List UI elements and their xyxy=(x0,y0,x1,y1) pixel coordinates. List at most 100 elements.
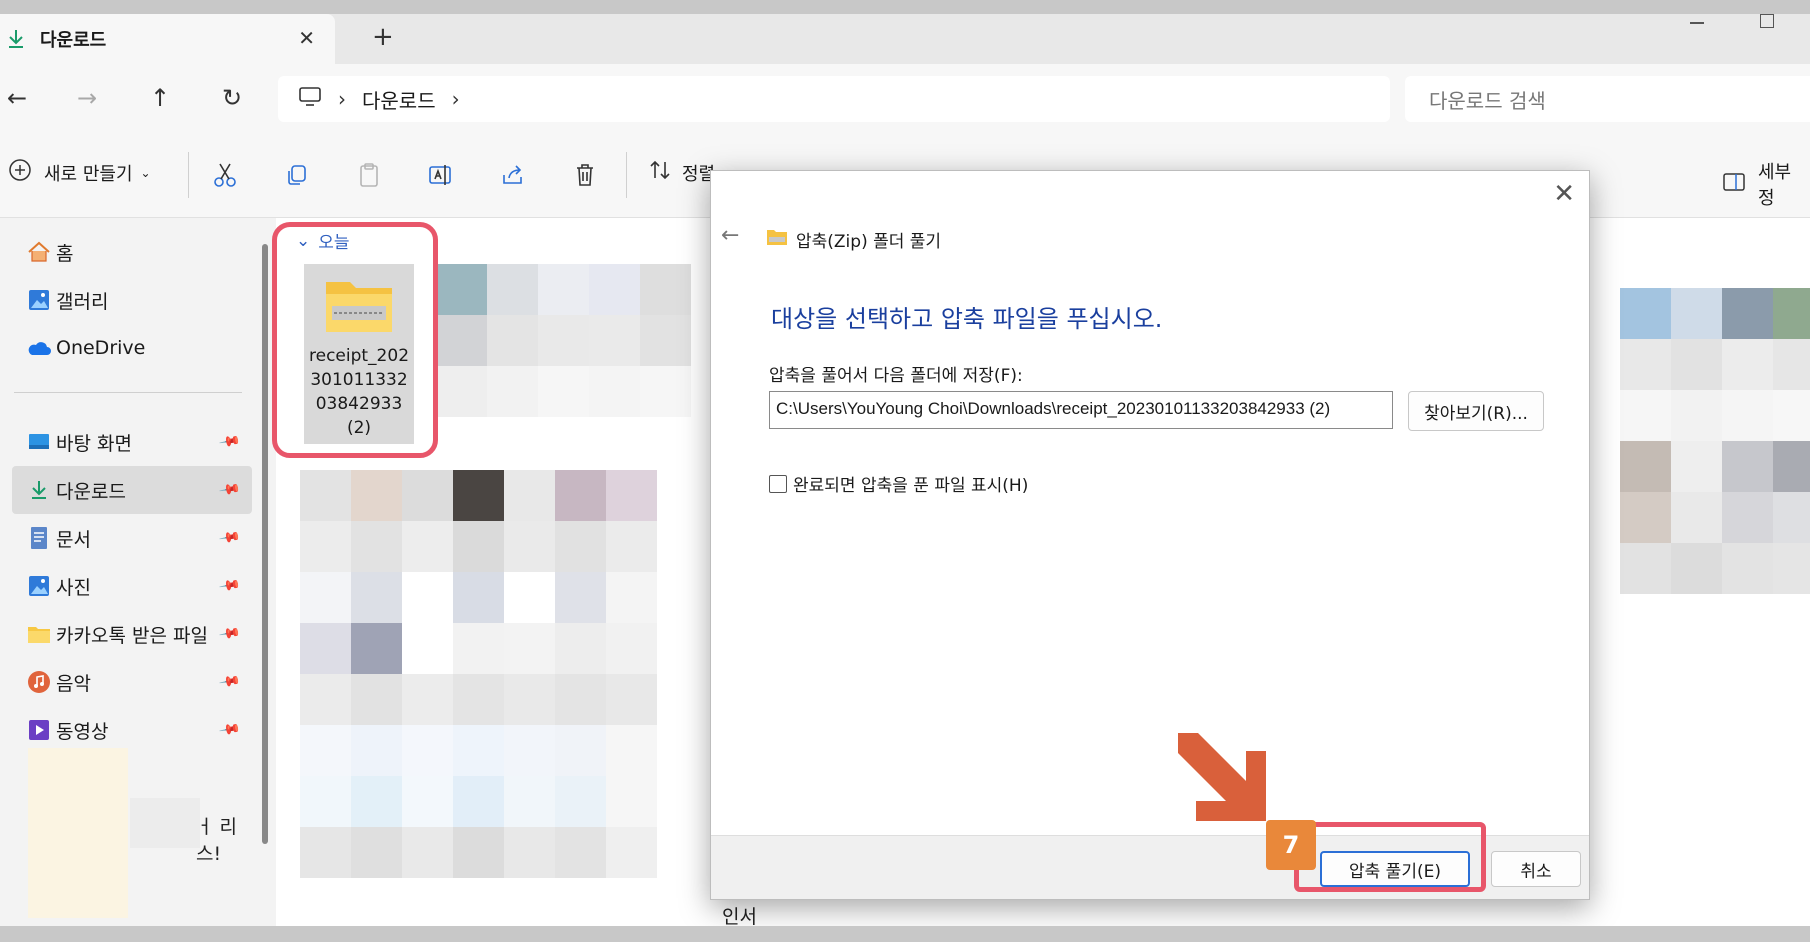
destination-path-input[interactable]: C:\Users\YouYoung Choi\Downloads\receipt… xyxy=(769,391,1393,429)
breadcrumb-chevron-icon[interactable]: › xyxy=(452,87,460,111)
show-files-option[interactable]: 완료되면 압축을 푼 파일 표시(H) xyxy=(769,471,1028,496)
file-explorer-window: 다운로드 ✕ + ← → ↑ ↻ › 다운로드 › 다운로드 검색 새로 만들기… xyxy=(0,14,1810,926)
sidebar-item-label: 카카오톡 받은 파일 xyxy=(56,624,208,647)
gallery-icon xyxy=(26,287,52,313)
sidebar-item-label: 다운로드 xyxy=(56,480,126,503)
pin-icon[interactable]: 📌 xyxy=(218,478,241,501)
breadcrumb-downloads[interactable]: 다운로드 xyxy=(362,85,436,114)
new-button[interactable]: 새로 만들기 ⌄ xyxy=(8,158,151,187)
toolbar-divider xyxy=(626,152,627,198)
sidebar-item-documents[interactable]: 문서 📌 xyxy=(12,514,252,562)
sidebar-item-gallery[interactable]: 갤러리 xyxy=(12,276,252,324)
sidebar-item-label: 음악 xyxy=(56,672,91,695)
pin-icon[interactable]: 📌 xyxy=(218,622,241,645)
search-input[interactable]: 다운로드 검색 xyxy=(1405,76,1810,122)
sidebar-item-label: 홈 xyxy=(56,242,74,265)
blurred-thumbnails xyxy=(1620,288,1810,594)
blurred-region xyxy=(28,748,128,918)
document-icon xyxy=(26,525,52,551)
sort-button[interactable]: 정렬 xyxy=(648,158,715,187)
blurred-thumbnails xyxy=(436,264,691,417)
chevron-down-icon: ⌄ xyxy=(296,230,311,251)
sidebar-item-home[interactable]: 홈 xyxy=(12,228,252,276)
minimize-button[interactable] xyxy=(1690,22,1704,24)
blurred-region xyxy=(130,798,200,848)
breadcrumb-chevron-icon: › xyxy=(338,87,346,111)
pin-icon[interactable]: 📌 xyxy=(218,718,241,741)
destination-path-value: C:\Users\YouYoung Choi\Downloads\receipt… xyxy=(776,399,1331,418)
extract-zip-dialog: ✕ ← 압축(Zip) 폴더 풀기 대상을 선택하고 압축 파일을 푸십시오. … xyxy=(710,170,1590,900)
zip-file-item[interactable]: receipt_20230101133203842933 (2) xyxy=(304,264,414,444)
forward-button[interactable]: → xyxy=(72,84,102,112)
up-button[interactable]: ↑ xyxy=(145,84,175,112)
copy-icon[interactable] xyxy=(282,160,312,190)
tab-close-button[interactable]: ✕ xyxy=(298,26,315,50)
sidebar-item-kakaotalk-files[interactable]: 카카오톡 받은 파일 📌 xyxy=(12,610,252,658)
address-bar[interactable]: › 다운로드 › xyxy=(278,76,1390,122)
browse-button[interactable]: 찾아보기(R)... xyxy=(1408,391,1544,431)
blurred-thumbnails xyxy=(300,470,657,878)
details-button[interactable]: 세부 정 xyxy=(1722,158,1810,210)
sidebar-item-music[interactable]: 음악 📌 xyxy=(12,658,252,706)
sidebar-item-label: 갤러리 xyxy=(56,290,109,313)
pin-icon[interactable]: 📌 xyxy=(218,430,241,453)
pin-icon[interactable]: 📌 xyxy=(218,574,241,597)
group-header-today[interactable]: ⌄ 오늘 xyxy=(296,228,350,254)
tab-title: 다운로드 xyxy=(40,30,107,51)
sidebar-scrollbar[interactable] xyxy=(262,244,268,844)
show-files-checkbox[interactable] xyxy=(769,474,787,493)
tab-bar: 다운로드 ✕ + xyxy=(0,14,1810,64)
video-icon xyxy=(26,717,52,743)
toolbar-divider xyxy=(188,152,189,198)
new-tab-button[interactable]: + xyxy=(372,22,394,52)
back-arrow-icon[interactable]: ← xyxy=(721,223,739,248)
navigation-bar: ← → ↑ ↻ › 다운로드 › 다운로드 검색 xyxy=(0,64,1810,134)
tab-downloads[interactable]: 다운로드 ✕ xyxy=(0,14,335,64)
details-pane-icon xyxy=(1722,172,1746,197)
partial-file-name: 인서 xyxy=(722,906,757,926)
sidebar-item-desktop[interactable]: 바탕 화면 📌 xyxy=(12,418,252,466)
sidebar-item-label: 사진 xyxy=(56,576,91,599)
maximize-button[interactable] xyxy=(1760,14,1774,28)
cut-icon[interactable] xyxy=(210,160,240,190)
zip-folder-icon xyxy=(766,228,788,251)
new-button-label: 새로 만들기 xyxy=(44,163,133,185)
dialog-title: 압축(Zip) 폴더 풀기 xyxy=(766,227,941,252)
refresh-button[interactable]: ↻ xyxy=(217,84,247,112)
pin-icon[interactable]: 📌 xyxy=(218,526,241,549)
paste-icon[interactable] xyxy=(354,160,384,190)
rename-icon[interactable] xyxy=(426,160,456,190)
sidebar-item-pictures[interactable]: 사진 📌 xyxy=(12,562,252,610)
back-button[interactable]: ← xyxy=(2,84,32,112)
sidebar-item-label: 동영상 xyxy=(56,720,109,743)
desktop-icon xyxy=(26,429,52,455)
show-files-label: 완료되면 압축을 푼 파일 표시(H) xyxy=(793,476,1029,496)
pictures-icon xyxy=(26,573,52,599)
step-badge: 7 xyxy=(1266,820,1316,870)
close-icon[interactable]: ✕ xyxy=(1553,179,1575,209)
extract-button[interactable]: 압축 풀기(E) xyxy=(1320,851,1470,887)
details-label: 세부 정 xyxy=(1758,162,1792,209)
dialog-title-text: 압축(Zip) 폴더 풀기 xyxy=(796,232,942,252)
home-icon xyxy=(26,239,52,265)
sidebar-item-label: 바탕 화면 xyxy=(56,432,132,455)
zip-folder-icon xyxy=(324,276,394,338)
share-icon[interactable] xyxy=(498,160,528,190)
sidebar-item-label: OneDrive xyxy=(56,337,146,359)
sidebar-item-onedrive[interactable]: OneDrive xyxy=(12,324,252,372)
sidebar-item-videos[interactable]: 동영상 📌 xyxy=(12,706,252,754)
sort-icon xyxy=(648,158,672,187)
cancel-button[interactable]: 취소 xyxy=(1491,851,1581,887)
sidebar-item-label: 문서 xyxy=(56,528,91,551)
folder-icon xyxy=(26,621,52,647)
sidebar-divider xyxy=(14,392,242,393)
navigation-pane: 홈 갤러리 OneDrive 바탕 화면 📌 다운로드 📌 문서 📌 사진 📌 … xyxy=(0,218,252,926)
dialog-heading: 대상을 선택하고 압축 파일을 푸십시오. xyxy=(771,305,1163,333)
zip-file-name: receipt_20230101133203842933 (2) xyxy=(309,346,410,438)
sidebar-item-downloads[interactable]: 다운로드 📌 xyxy=(12,466,252,514)
music-icon xyxy=(26,669,52,695)
pin-icon[interactable]: 📌 xyxy=(218,670,241,693)
computer-icon xyxy=(298,86,322,113)
delete-icon[interactable] xyxy=(570,160,600,190)
add-circle-icon xyxy=(8,158,32,187)
